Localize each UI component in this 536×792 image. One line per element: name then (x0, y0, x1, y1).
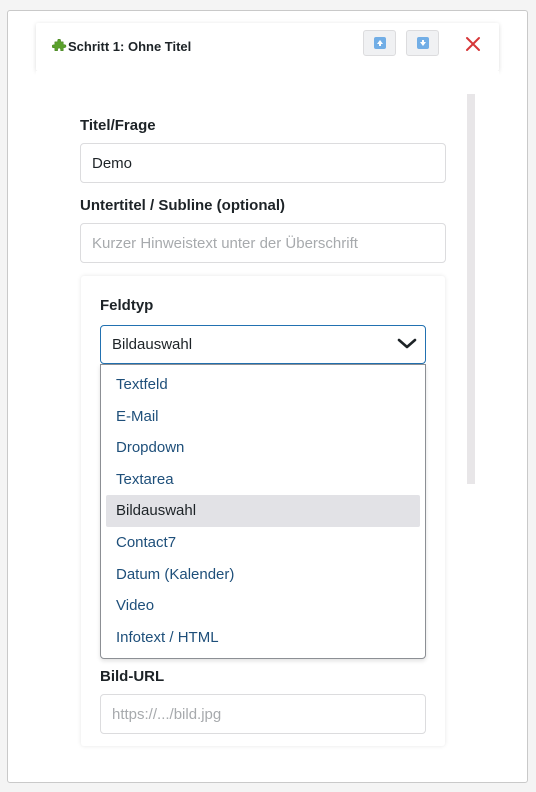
image-url-input[interactable] (100, 694, 426, 734)
field-type-select[interactable]: Bildauswahl (100, 325, 426, 364)
title-label: Titel/Frage (80, 117, 156, 134)
subtitle-label: Untertitel / Subline (optional) (80, 197, 285, 214)
dropdown-option[interactable]: Infotext / HTML (106, 622, 420, 654)
arrow-down-icon (416, 37, 429, 49)
dropdown-option[interactable]: Bildauswahl (106, 495, 420, 527)
puzzle-icon (52, 39, 67, 51)
dropdown-option[interactable]: Dropdown (106, 432, 420, 464)
dropdown-option[interactable]: Datum (Kalender) (106, 559, 420, 591)
title-input[interactable] (80, 143, 446, 183)
close-icon[interactable] (465, 36, 481, 52)
step-title: Schritt 1: Ohne Titel (52, 39, 191, 54)
move-up-button[interactable] (363, 30, 396, 56)
dropdown-option[interactable]: E-Mail (106, 401, 420, 433)
step-header: Schritt 1: Ohne Titel (36, 23, 499, 71)
dropdown-option[interactable]: Textfeld (106, 369, 420, 401)
field-type-label: Feldtyp (100, 297, 154, 314)
step-title-text: Schritt 1: Ohne Titel (68, 39, 192, 54)
arrow-up-icon (373, 37, 386, 49)
move-down-button[interactable] (406, 30, 439, 56)
dropdown-option[interactable]: Textarea (106, 464, 420, 496)
chevron-down-icon (397, 338, 417, 349)
field-type-dropdown: Textfeld E-Mail Dropdown Textarea Bildauswah… (100, 364, 426, 659)
dropdown-option[interactable]: Video (106, 590, 420, 622)
subtitle-input[interactable] (80, 223, 446, 263)
field-type-value: Bildauswahl (112, 336, 193, 353)
scrollbar[interactable] (467, 94, 475, 484)
image-url-label: Bild-URL (100, 668, 165, 685)
dropdown-option[interactable]: Contact7 (106, 527, 420, 559)
